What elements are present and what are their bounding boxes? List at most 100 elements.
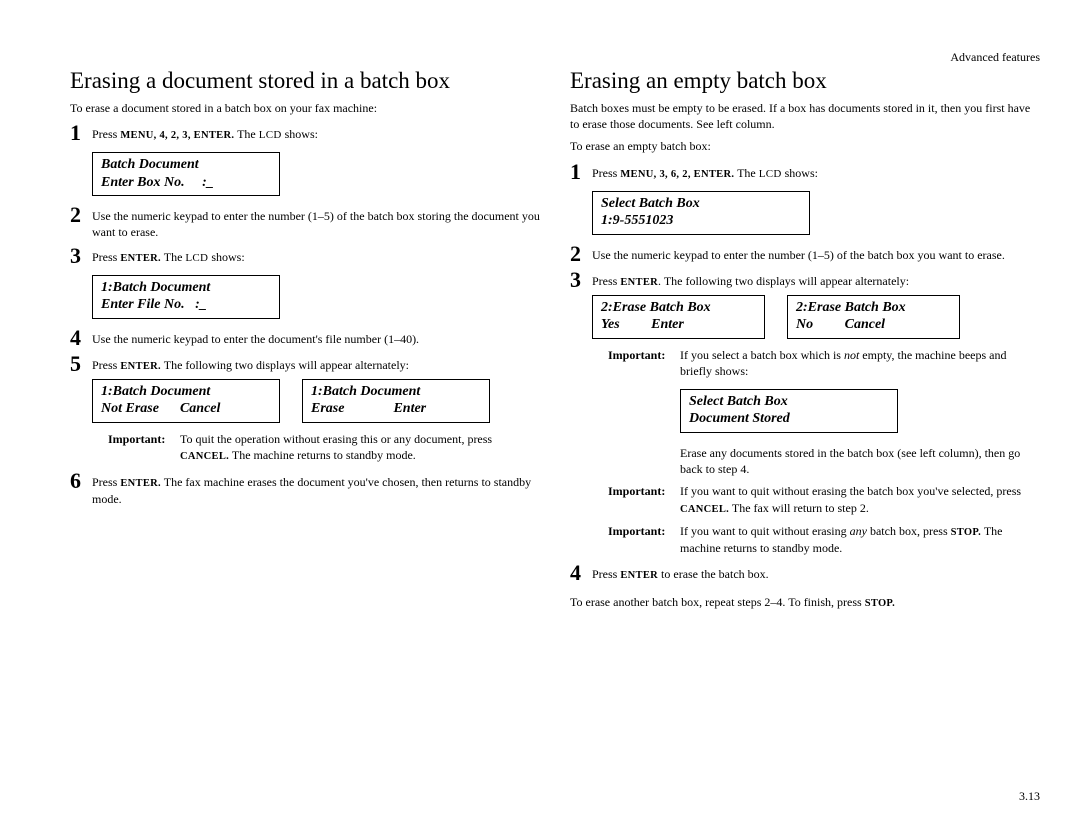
left-important: Important: To quit the operation without… — [108, 431, 540, 464]
text: If you want to quit without erasing — [680, 524, 850, 538]
step-number: 3 — [570, 269, 592, 291]
left-step-1: 1 Press MENU, 4, 2, 3, ENTER. The LCD sh… — [70, 122, 540, 144]
left-column: Erasing a document stored in a batch box… — [70, 68, 540, 617]
important-body: To quit the operation without erasing th… — [180, 431, 540, 464]
key-enter: ENTER — [620, 570, 658, 581]
step-number: 6 — [70, 470, 92, 492]
em-any: any — [850, 524, 867, 538]
text: The machine returns to standby mode. — [229, 448, 416, 462]
text: The fax will return to step 2. — [729, 501, 869, 515]
lcd-display: Select Batch Box Document Stored — [680, 389, 898, 433]
important-label: Important: — [108, 431, 180, 464]
text: batch box, press — [867, 524, 951, 538]
right-step-2: 2 Use the numeric keypad to enter the nu… — [570, 243, 1040, 265]
text: Press — [92, 250, 120, 264]
right-title: Erasing an empty batch box — [570, 68, 1040, 94]
text: The following two displays will appear a… — [161, 358, 409, 372]
key-enter: ENTER. — [120, 361, 161, 372]
key-enter: ENTER — [620, 277, 658, 288]
text: Press — [592, 274, 620, 288]
lcd-word: LCD — [185, 252, 208, 264]
step-body: Press MENU, 3, 6, 2, ENTER. The LCD show… — [592, 161, 818, 182]
text: shows: — [208, 250, 244, 264]
text: Press — [92, 358, 120, 372]
left-step-6: 6 Press ENTER. The fax machine erases th… — [70, 470, 540, 507]
lcd-display-left: 2:Erase Batch Box Yes Enter — [592, 295, 765, 339]
lcd-display-left: 1:Batch Document Not Erase Cancel — [92, 379, 280, 423]
text: The — [234, 127, 258, 141]
left-step-4: 4 Use the numeric keypad to enter the do… — [70, 327, 540, 349]
right-intro-2: To erase an empty batch box: — [570, 138, 1040, 154]
important-label: Important: — [608, 347, 680, 379]
text: If you select a batch box which is — [680, 348, 844, 362]
text: If you want to quit without erasing the … — [680, 484, 1021, 498]
lcd-display: Batch Document Enter Box No. :_ — [92, 152, 280, 196]
key-cancel: CANCEL. — [680, 504, 729, 515]
lcd-pair: 1:Batch Document Not Erase Cancel 1:Batc… — [92, 379, 540, 423]
step-body: Press ENTER. The LCD shows: — [92, 245, 245, 266]
lcd-word: LCD — [759, 168, 782, 180]
content-columns: Erasing a document stored in a batch box… — [70, 68, 1040, 617]
step-number: 3 — [70, 245, 92, 267]
step-body: Press MENU, 4, 2, 3, ENTER. The LCD show… — [92, 122, 318, 143]
text: The — [734, 166, 758, 180]
text: Press — [92, 127, 120, 141]
text: Press — [92, 475, 120, 489]
text: shows: — [282, 127, 318, 141]
right-note: Erase any documents stored in the batch … — [680, 445, 1040, 477]
text: The — [161, 250, 185, 264]
right-column: Erasing an empty batch box Batch boxes m… — [570, 68, 1040, 617]
lcd-display: 1:Batch Document Enter File No. :_ — [92, 275, 280, 319]
right-intro-1: Batch boxes must be empty to be erased. … — [570, 100, 1040, 132]
lcd-word: LCD — [259, 129, 282, 141]
text: To quit the operation without erasing th… — [180, 432, 492, 446]
step-body: Use the numeric keypad to enter the numb… — [592, 243, 1005, 263]
important-label: Important: — [608, 523, 680, 556]
right-important-1: Important: If you select a batch box whi… — [608, 347, 1040, 379]
lcd-display-right: 2:Erase Batch Box No Cancel — [787, 295, 960, 339]
step-body: Press ENTER to erase the batch box. — [592, 562, 769, 583]
step-number: 1 — [70, 122, 92, 144]
important-label: Important: — [608, 483, 680, 516]
text: To erase another batch box, repeat steps… — [570, 595, 865, 609]
step-body: Use the numeric keypad to enter the numb… — [92, 204, 540, 240]
lcd-display-right: 1:Batch Document Erase Enter — [302, 379, 490, 423]
right-closing: To erase another batch box, repeat steps… — [570, 594, 1040, 611]
left-step-2: 2 Use the numeric keypad to enter the nu… — [70, 204, 540, 240]
left-title: Erasing a document stored in a batch box — [70, 68, 540, 94]
key-enter: ENTER. — [120, 478, 161, 489]
text: Press — [592, 567, 620, 581]
lcd-pair: 2:Erase Batch Box Yes Enter 2:Erase Batc… — [592, 295, 1040, 339]
key-enter: ENTER. — [120, 253, 161, 264]
step-body: Press ENTER. The following two displays … — [92, 353, 409, 374]
step-number: 4 — [70, 327, 92, 349]
text: . The following two displays will appear… — [658, 274, 909, 288]
key-cancel: CANCEL. — [180, 451, 229, 462]
key-stop: STOP. — [951, 527, 981, 538]
key-sequence: MENU, 4, 2, 3, ENTER. — [120, 130, 234, 141]
important-body: If you select a batch box which is not e… — [680, 347, 1040, 379]
page-number: 3.13 — [1019, 789, 1040, 804]
right-important-2: Important: If you want to quit without e… — [608, 483, 1040, 516]
important-body: If you want to quit without erasing any … — [680, 523, 1040, 556]
right-important-3: Important: If you want to quit without e… — [608, 523, 1040, 556]
step-number: 5 — [70, 353, 92, 375]
right-step-3: 3 Press ENTER. The following two display… — [570, 269, 1040, 291]
left-step-5: 5 Press ENTER. The following two display… — [70, 353, 540, 375]
step-number: 4 — [570, 562, 592, 584]
step-number: 2 — [70, 204, 92, 226]
right-step-4: 4 Press ENTER to erase the batch box. — [570, 562, 1040, 584]
left-intro: To erase a document stored in a batch bo… — [70, 100, 540, 116]
header-right: Advanced features — [950, 50, 1040, 65]
right-step-1: 1 Press MENU, 3, 6, 2, ENTER. The LCD sh… — [570, 161, 1040, 183]
text: to erase the batch box. — [658, 567, 769, 581]
left-step-3: 3 Press ENTER. The LCD shows: — [70, 245, 540, 267]
text: shows: — [782, 166, 818, 180]
key-sequence: MENU, 3, 6, 2, ENTER. — [620, 169, 734, 180]
important-body: If you want to quit without erasing the … — [680, 483, 1040, 516]
em-not: not — [844, 348, 859, 362]
key-stop: STOP. — [865, 598, 895, 609]
lcd-display: Select Batch Box 1:9-5551023 — [592, 191, 810, 235]
step-body: Use the numeric keypad to enter the docu… — [92, 327, 419, 347]
step-body: Press ENTER. The following two displays … — [592, 269, 909, 290]
